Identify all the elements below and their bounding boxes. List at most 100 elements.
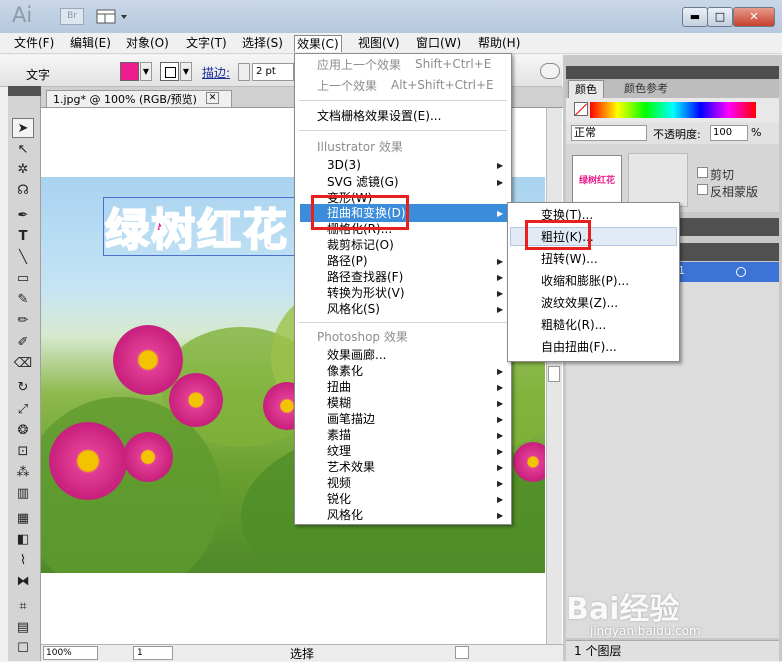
color-spectrum[interactable] (590, 102, 756, 118)
last-effect-item[interactable]: 上一个效果 (317, 78, 377, 94)
pen-tool-icon[interactable]: ✒ (12, 206, 34, 226)
effect-sketch-item[interactable]: 素描 (327, 427, 351, 443)
invert-mask-checkbox[interactable] (697, 184, 708, 195)
zoom-field[interactable]: 100% (43, 646, 98, 660)
submenu-arrow-icon: ▶ (497, 367, 504, 376)
stroke-label[interactable]: 描边: (202, 64, 230, 81)
tab-color[interactable]: 颜色 (568, 80, 604, 98)
fill-color-swatch[interactable] (120, 62, 139, 81)
effect-brush-strokes-item[interactable]: 画笔描边 (327, 411, 375, 427)
stroke-weight-field[interactable]: 2 pt (252, 63, 294, 81)
mask-thumbnail[interactable] (628, 153, 688, 207)
menu-edit[interactable]: 编辑(E) (68, 35, 113, 52)
twist-item[interactable]: 扭转(W)... (541, 251, 598, 267)
status-mode-text[interactable]: 选择 (290, 645, 314, 662)
clip-checkbox[interactable] (697, 167, 708, 178)
stroke-dropdown[interactable]: ▼ (180, 62, 192, 81)
layer-target-icon[interactable] (736, 267, 746, 277)
effect-svg-filters-item[interactable]: SVG 滤镜(G) (327, 174, 399, 190)
effect-convert-to-shape-item[interactable]: 转换为形状(V) (327, 285, 405, 301)
artboard-tool-icon[interactable]: ▤ (12, 618, 34, 638)
selection-type-label: 文字 (26, 68, 51, 82)
effect-crop-marks-item[interactable]: 裁剪标记(O) (327, 237, 394, 253)
menu-window[interactable]: 窗口(W) (414, 35, 463, 52)
effect-gallery-item[interactable]: 效果画廊... (327, 347, 386, 363)
none-color-swatch[interactable] (574, 102, 588, 116)
horizontal-scroll-thumb[interactable] (455, 646, 469, 659)
fill-dropdown[interactable]: ▼ (140, 62, 152, 81)
opacity-field[interactable]: 100 (710, 125, 748, 141)
effect-artistic-item[interactable]: 艺术效果 (327, 459, 375, 475)
arrange-documents-button[interactable] (95, 8, 135, 25)
menu-effect[interactable]: 效果(C) (294, 35, 342, 52)
rectangle-tool-icon[interactable]: ▭ (12, 269, 34, 289)
selection-tool-icon[interactable]: ➤ (12, 118, 34, 138)
magic-wand-tool-icon[interactable]: ✲ (12, 160, 34, 180)
submenu-arrow-icon: ▶ (497, 447, 504, 456)
line-tool-icon[interactable]: ╲ (12, 248, 34, 268)
symbol-sprayer-tool-icon[interactable]: ⁂ (12, 463, 34, 483)
close-window-button[interactable]: ✕ (733, 7, 775, 27)
eraser-tool-icon[interactable]: ⌫ (12, 354, 34, 374)
panel-header[interactable] (566, 66, 779, 79)
effect-pathfinder-item[interactable]: 路径查找器(F) (327, 269, 403, 285)
menu-select[interactable]: 选择(S) (240, 35, 285, 52)
vertical-scroll-thumb[interactable] (548, 366, 560, 382)
effect-pixelate-item[interactable]: 像素化 (327, 363, 363, 379)
effect-distort-item[interactable]: 扭曲 (327, 379, 351, 395)
paintbrush-tool-icon[interactable]: ✎ (12, 290, 34, 310)
eyedropper-tool-icon[interactable]: ⌇ (12, 551, 34, 571)
menu-view[interactable]: 视图(V) (356, 35, 402, 52)
free-distort-item[interactable]: 自由扭曲(F)... (541, 339, 617, 355)
effect-blur-item[interactable]: 模糊 (327, 395, 351, 411)
artboard-number-field[interactable]: 1 (133, 646, 173, 660)
menu-type[interactable]: 文字(T) (184, 35, 229, 52)
scale-tool-icon[interactable]: ⤢ (12, 400, 34, 420)
raster-effects-settings-item[interactable]: 文档栅格效果设置(E)... (317, 108, 441, 124)
effect-video-item[interactable]: 视频 (327, 475, 351, 491)
highlight-annotation (525, 220, 591, 250)
effect-3d-item[interactable]: 3D(3) (327, 157, 361, 173)
effect-ps-stylize-item[interactable]: 风格化 (327, 507, 363, 523)
watermark-logo: Bai经验 (566, 592, 680, 627)
blend-tool-icon[interactable]: ⧓ (12, 572, 34, 592)
warp-tool-icon[interactable]: ❂ (12, 421, 34, 441)
stroke-spinner[interactable] (238, 63, 250, 81)
menu-file[interactable]: 文件(F) (12, 35, 56, 52)
gradient-tool-icon[interactable]: ◧ (12, 530, 34, 550)
blob-brush-tool-icon[interactable]: ✐ (12, 333, 34, 353)
menu-object[interactable]: 对象(O) (124, 35, 171, 52)
apply-last-effect-item[interactable]: 应用上一个效果 (317, 57, 401, 73)
column-graph-tool-icon[interactable]: ▥ (12, 484, 34, 504)
tools-panel-header[interactable] (8, 86, 41, 96)
effect-sharpen-item[interactable]: 锐化 (327, 491, 351, 507)
type-tool-icon[interactable]: T (12, 227, 34, 247)
menu-help[interactable]: 帮助(H) (476, 35, 522, 52)
lasso-tool-icon[interactable]: ☊ (12, 181, 34, 201)
roughen-item[interactable]: 粗糙化(R)... (541, 317, 606, 333)
free-transform-tool-icon[interactable]: ⊡ (12, 442, 34, 462)
blend-mode-select[interactable]: 正常 (571, 125, 647, 141)
stroke-color-swatch[interactable] (160, 62, 179, 81)
document-tab[interactable]: 1.jpg* @ 100% (RGB/预览) (46, 90, 232, 107)
slice-tool-icon[interactable]: ⌗ (12, 597, 34, 617)
opacity-label: 不透明度: (653, 128, 701, 141)
tab-color-guide[interactable]: 颜色参考 (618, 80, 674, 98)
effect-texture-item[interactable]: 纹理 (327, 443, 351, 459)
mesh-tool-icon[interactable]: ▦ (12, 509, 34, 529)
maximize-button[interactable]: □ (707, 7, 733, 27)
pencil-tool-icon[interactable]: ✏ (12, 311, 34, 331)
direct-selection-tool-icon[interactable]: ↖ (12, 140, 34, 160)
bridge-button[interactable]: Br (60, 8, 84, 25)
zig-zag-item[interactable]: 波纹效果(Z)... (541, 295, 618, 311)
opacity-unit: % (751, 126, 762, 139)
close-document-icon[interactable]: ✕ (206, 92, 219, 104)
effect-path-item[interactable]: 路径(P) (327, 253, 368, 269)
object-thumbnail[interactable]: 绿树红花 (572, 155, 622, 205)
style-button[interactable] (540, 63, 560, 79)
effect-stylize-item[interactable]: 风格化(S) (327, 301, 380, 317)
rotate-tool-icon[interactable]: ↻ (12, 378, 34, 398)
hand-tool-icon[interactable]: ☐ (12, 639, 34, 659)
minimize-button[interactable]: ▬ (682, 7, 708, 27)
pucker-bloat-item[interactable]: 收缩和膨胀(P)... (541, 273, 629, 289)
